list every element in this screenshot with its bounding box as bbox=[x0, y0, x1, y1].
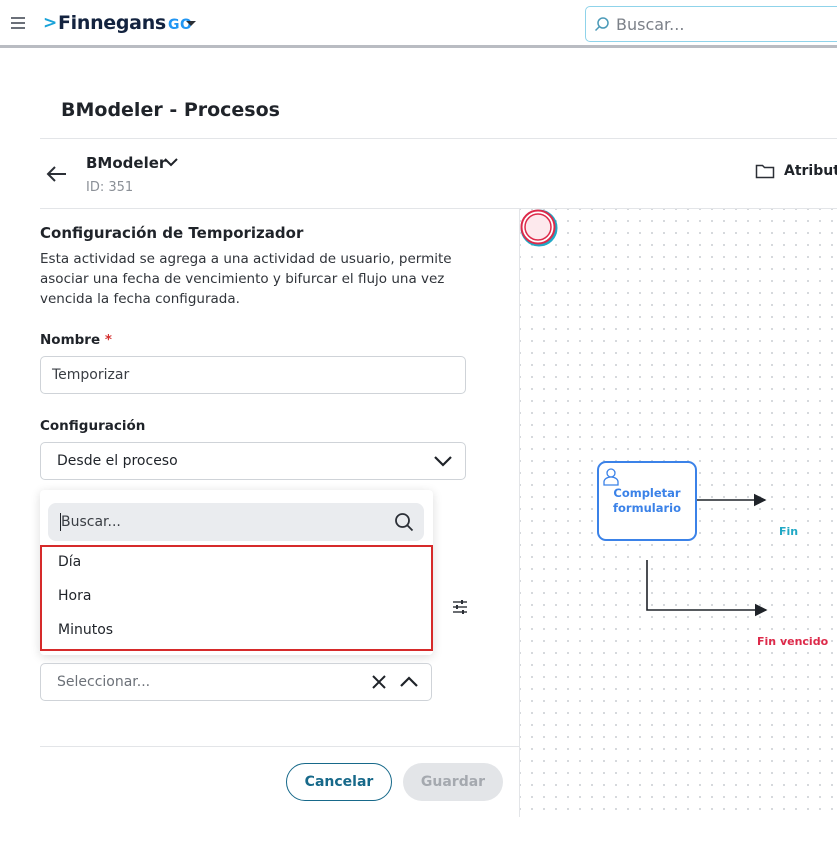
task-label-line-1: Completar bbox=[613, 486, 681, 500]
expired-end-event-icon[interactable] bbox=[520, 209, 556, 245]
unit-select[interactable]: Seleccionar... bbox=[40, 663, 432, 701]
search-icon[interactable] bbox=[394, 512, 414, 532]
dropdown-options-list: Día Hora Minutos bbox=[40, 545, 433, 651]
config-label: Configuración bbox=[40, 418, 146, 434]
brand-name: Finnegans bbox=[57, 12, 166, 34]
save-button[interactable]: Guardar bbox=[403, 763, 503, 801]
model-id: ID: 351 bbox=[86, 180, 134, 195]
caret-down-icon[interactable] bbox=[186, 21, 196, 26]
back-arrow-icon[interactable] bbox=[46, 164, 68, 184]
clear-icon[interactable] bbox=[371, 674, 387, 690]
bpmn-canvas[interactable]: Completar formulario Fin Fin vencido bbox=[520, 209, 837, 817]
name-input[interactable]: Temporizar bbox=[40, 356, 466, 394]
brand-logo[interactable]: > Finnegans GO bbox=[43, 12, 192, 34]
global-search-input[interactable]: Buscar... bbox=[585, 6, 837, 42]
cancel-button[interactable]: Cancelar bbox=[286, 763, 392, 801]
dropdown-search-input[interactable]: Buscar... bbox=[48, 503, 424, 541]
option-hora[interactable]: Hora bbox=[58, 588, 91, 604]
tune-icon[interactable] bbox=[452, 599, 468, 615]
attributes-button[interactable]: Atributos bbox=[755, 163, 837, 179]
name-label: Nombre * bbox=[40, 332, 112, 348]
flow-to-expired-end[interactable] bbox=[646, 560, 768, 617]
end-event-label: Fin bbox=[779, 525, 799, 538]
divider bbox=[40, 746, 519, 747]
menu-icon[interactable] bbox=[11, 17, 25, 29]
global-search-placeholder: Buscar... bbox=[616, 14, 685, 34]
folder-icon bbox=[755, 164, 775, 179]
timer-config-title: Configuración de Temporizador bbox=[40, 224, 304, 242]
user-task-completar-formulario[interactable]: Completar formulario bbox=[597, 461, 697, 541]
unit-dropdown-panel: Buscar... Día Hora Minutos bbox=[40, 490, 433, 655]
chevron-down-icon bbox=[434, 456, 452, 467]
expired-end-event-label: Fin vencido bbox=[757, 635, 829, 648]
model-name[interactable]: BModeler bbox=[86, 154, 166, 172]
config-select-value: Desde el proceso bbox=[57, 453, 178, 469]
config-select[interactable]: Desde el proceso bbox=[40, 442, 466, 480]
unit-select-placeholder: Seleccionar... bbox=[57, 674, 151, 690]
attributes-label: Atributos bbox=[784, 163, 837, 179]
page-title: BModeler - Procesos bbox=[61, 99, 280, 121]
task-label: Completar formulario bbox=[599, 486, 695, 516]
required-mark: * bbox=[104, 332, 112, 348]
name-label-text: Nombre bbox=[40, 332, 101, 348]
task-label-line-2: formulario bbox=[613, 501, 681, 515]
timer-config-description: Esta actividad se agrega a una actividad… bbox=[40, 251, 452, 307]
logo-chevron-icon: > bbox=[43, 13, 57, 33]
search-icon bbox=[594, 17, 609, 32]
dropdown-search-placeholder: Buscar... bbox=[61, 514, 121, 530]
divider bbox=[40, 138, 837, 139]
top-bar: > Finnegans GO Buscar... bbox=[0, 0, 837, 48]
option-minutos[interactable]: Minutos bbox=[58, 622, 113, 638]
chevron-down-icon[interactable] bbox=[162, 156, 180, 170]
user-icon bbox=[603, 468, 619, 486]
option-dia[interactable]: Día bbox=[58, 554, 81, 570]
chevron-up-icon[interactable] bbox=[399, 675, 419, 689]
name-input-value: Temporizar bbox=[52, 367, 130, 383]
